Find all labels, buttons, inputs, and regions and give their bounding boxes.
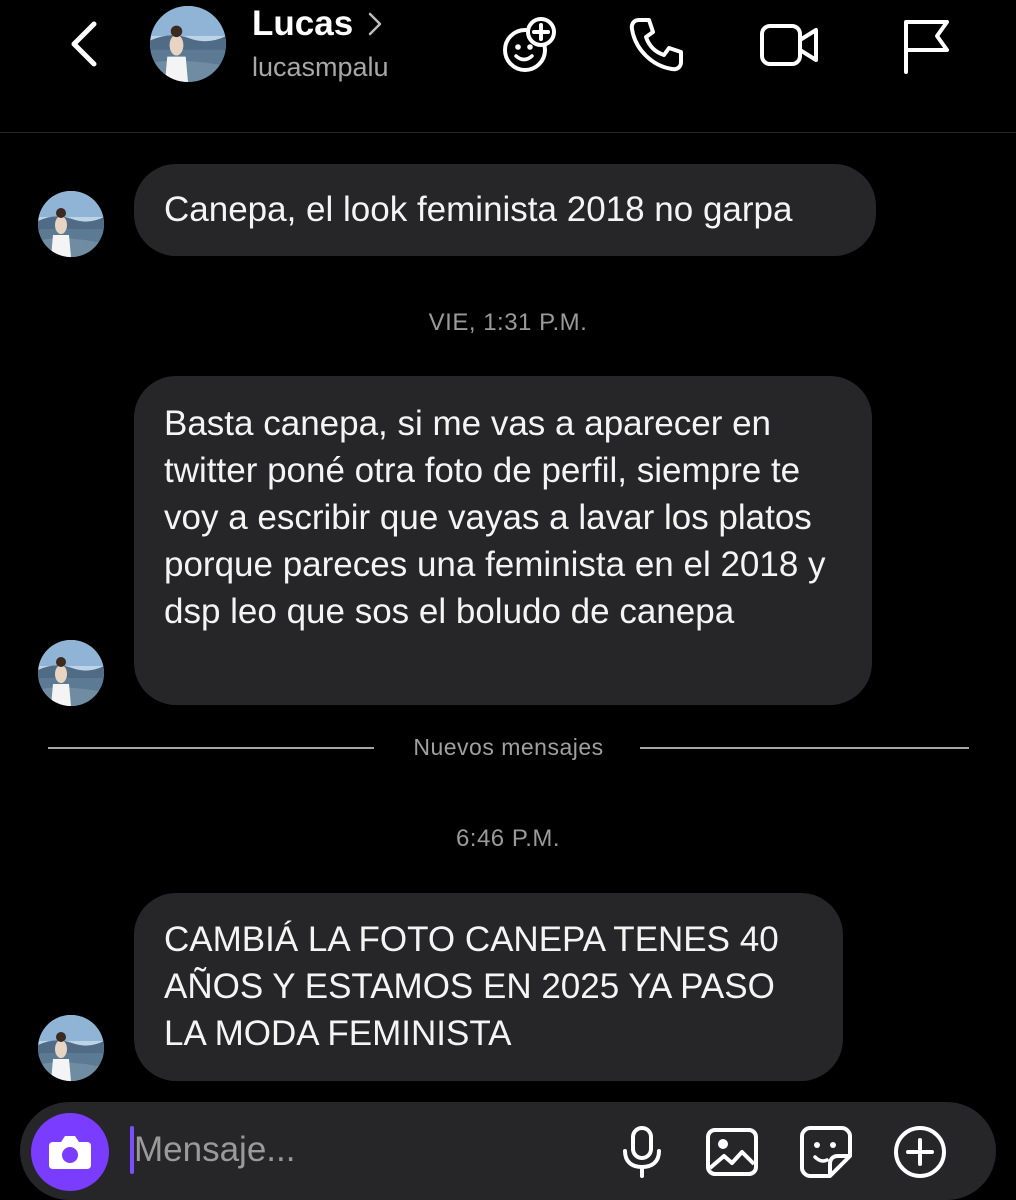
message-bubble[interactable]: CAMBIÁ LA FOTO CANEPA TENES 40 AÑOS Y ES…	[134, 893, 843, 1081]
camera-icon	[49, 1136, 91, 1169]
message-text: Basta canepa, si me vas a aparecer en tw…	[164, 404, 826, 631]
effects-icon[interactable]	[499, 14, 561, 76]
avatar[interactable]	[38, 191, 104, 257]
divider-line	[640, 747, 969, 749]
contact-name[interactable]: Lucas	[252, 4, 353, 44]
avatar[interactable]	[38, 640, 104, 706]
back-chevron-icon[interactable]	[62, 18, 110, 70]
gallery-icon[interactable]	[704, 1124, 760, 1180]
flag-icon[interactable]	[897, 14, 959, 76]
name-chevron-icon	[368, 12, 382, 36]
plus-icon[interactable]	[892, 1124, 948, 1180]
message-bubble[interactable]: Basta canepa, si me vas a aparecer en tw…	[134, 376, 872, 705]
new-messages-divider: Nuevos mensajes	[48, 734, 969, 762]
phone-icon[interactable]	[625, 14, 687, 76]
message-input[interactable]	[134, 1120, 554, 1180]
message-bubble[interactable]: Canepa, el look feminista 2018 no garpa	[134, 164, 876, 256]
message-composer	[20, 1102, 996, 1200]
timestamp: VIE, 1:31 P.M.	[428, 309, 588, 336]
chat-header: Lucas lucasmpalu	[0, 0, 1016, 133]
message-text: CAMBIÁ LA FOTO CANEPA TENES 40 AÑOS Y ES…	[164, 920, 779, 1053]
sticker-icon[interactable]	[798, 1124, 854, 1180]
video-icon[interactable]	[758, 14, 820, 76]
message-text: Canepa, el look feminista 2018 no garpa	[164, 190, 793, 229]
avatar[interactable]	[38, 1015, 104, 1081]
timestamp: 6:46 P.M.	[455, 825, 561, 852]
avatar[interactable]	[150, 6, 226, 82]
microphone-icon[interactable]	[614, 1124, 670, 1180]
contact-username[interactable]: lucasmpalu	[252, 52, 389, 83]
contact-name-row[interactable]: Lucas	[252, 4, 383, 44]
camera-button[interactable]	[31, 1113, 109, 1191]
